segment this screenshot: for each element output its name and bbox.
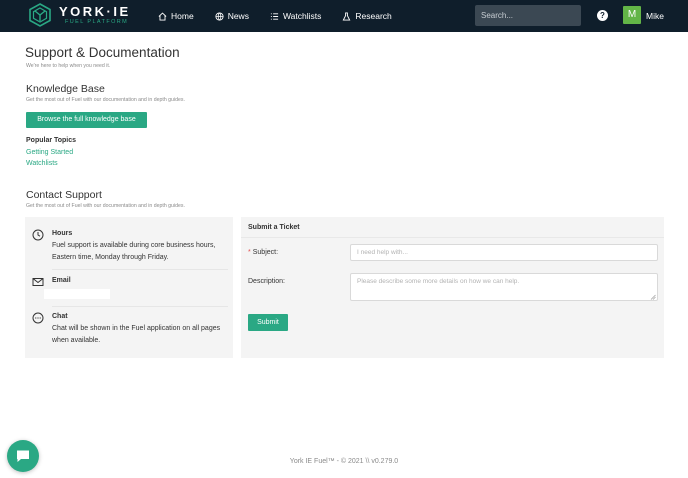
flask-icon	[342, 11, 351, 21]
globe-icon	[215, 11, 224, 21]
chat-launcher-button[interactable]	[7, 440, 39, 472]
knowledge-base-subtitle: Get the most out of Fuel with our docume…	[26, 97, 185, 103]
page-title: Support & Documentation	[25, 45, 180, 60]
brand-tagline: FUEL PLATFORM	[65, 18, 129, 25]
submit-button[interactable]: Submit	[248, 314, 288, 331]
email-value	[44, 289, 110, 299]
footer-text: York IE Fuel™ - © 2021 \\ v0.279.0	[289, 458, 399, 465]
description-textarea[interactable]	[350, 273, 658, 301]
submit-ticket-card: Submit a Ticket *Subject: Description: S…	[241, 217, 664, 358]
help-icon[interactable]: ?	[597, 10, 608, 21]
browse-knowledge-base-button[interactable]: Browse the full knowledge base	[26, 112, 147, 128]
nav-item-watchlists[interactable]: Watchlists	[270, 11, 321, 21]
chat-icon	[17, 450, 29, 462]
topic-link-watchlists[interactable]: Watchlists	[26, 160, 58, 167]
chat-bubble-icon	[32, 312, 44, 324]
nav-item-label: Home	[171, 11, 194, 21]
resize-grip-icon[interactable]	[650, 294, 656, 300]
popular-topics-title: Popular Topics	[26, 137, 77, 144]
chat-title: Chat	[52, 313, 68, 320]
contact-info-card: Hours Fuel support is available during c…	[25, 217, 233, 358]
nav-item-news[interactable]: News	[215, 11, 249, 21]
divider	[52, 269, 228, 270]
page-subtitle: We're here to help when you need it.	[26, 63, 111, 69]
home-icon	[158, 11, 167, 21]
topic-link-getting-started[interactable]: Getting Started	[26, 149, 73, 156]
clock-icon	[32, 229, 44, 241]
top-navbar: YORK·IE FUEL PLATFORM Home News Watchlis…	[0, 0, 688, 32]
hours-text: Fuel support is available during core bu…	[52, 242, 216, 261]
divider	[52, 306, 228, 307]
description-label: Description:	[248, 278, 285, 285]
nav-item-label: Watchlists	[282, 11, 322, 21]
brand-logo[interactable]: YORK·IE FUEL PLATFORM	[28, 3, 131, 27]
ticket-title: Submit a Ticket	[248, 224, 300, 231]
nav-item-research[interactable]: Research	[342, 11, 392, 21]
contact-support-subtitle: Get the most out of Fuel with our docume…	[26, 203, 185, 209]
avatar[interactable]: M	[623, 6, 641, 24]
subject-label-text: Subject:	[252, 249, 279, 256]
divider	[241, 237, 664, 238]
contact-support-title: Contact Support	[26, 189, 102, 201]
subject-input[interactable]	[350, 244, 658, 261]
logo-mark-icon	[29, 3, 51, 27]
chat-text: Chat will be shown in the Fuel applicati…	[52, 325, 221, 344]
main-nav: Home News Watchlists Research	[158, 0, 413, 32]
required-mark: *	[248, 249, 251, 256]
brand-name: YORK·IE	[59, 3, 131, 19]
knowledge-base-title: Knowledge Base	[26, 83, 105, 95]
hours-title: Hours	[52, 230, 73, 237]
subject-label: * Subject:	[248, 249, 278, 256]
nav-item-home[interactable]: Home	[158, 11, 194, 21]
search-input[interactable]	[475, 5, 581, 26]
email-title: Email	[52, 277, 71, 284]
mail-icon	[32, 278, 44, 286]
nav-item-label: Research	[355, 11, 392, 21]
list-icon	[270, 12, 279, 20]
nav-item-label: News	[227, 11, 249, 21]
user-name[interactable]: Mike	[646, 11, 664, 21]
